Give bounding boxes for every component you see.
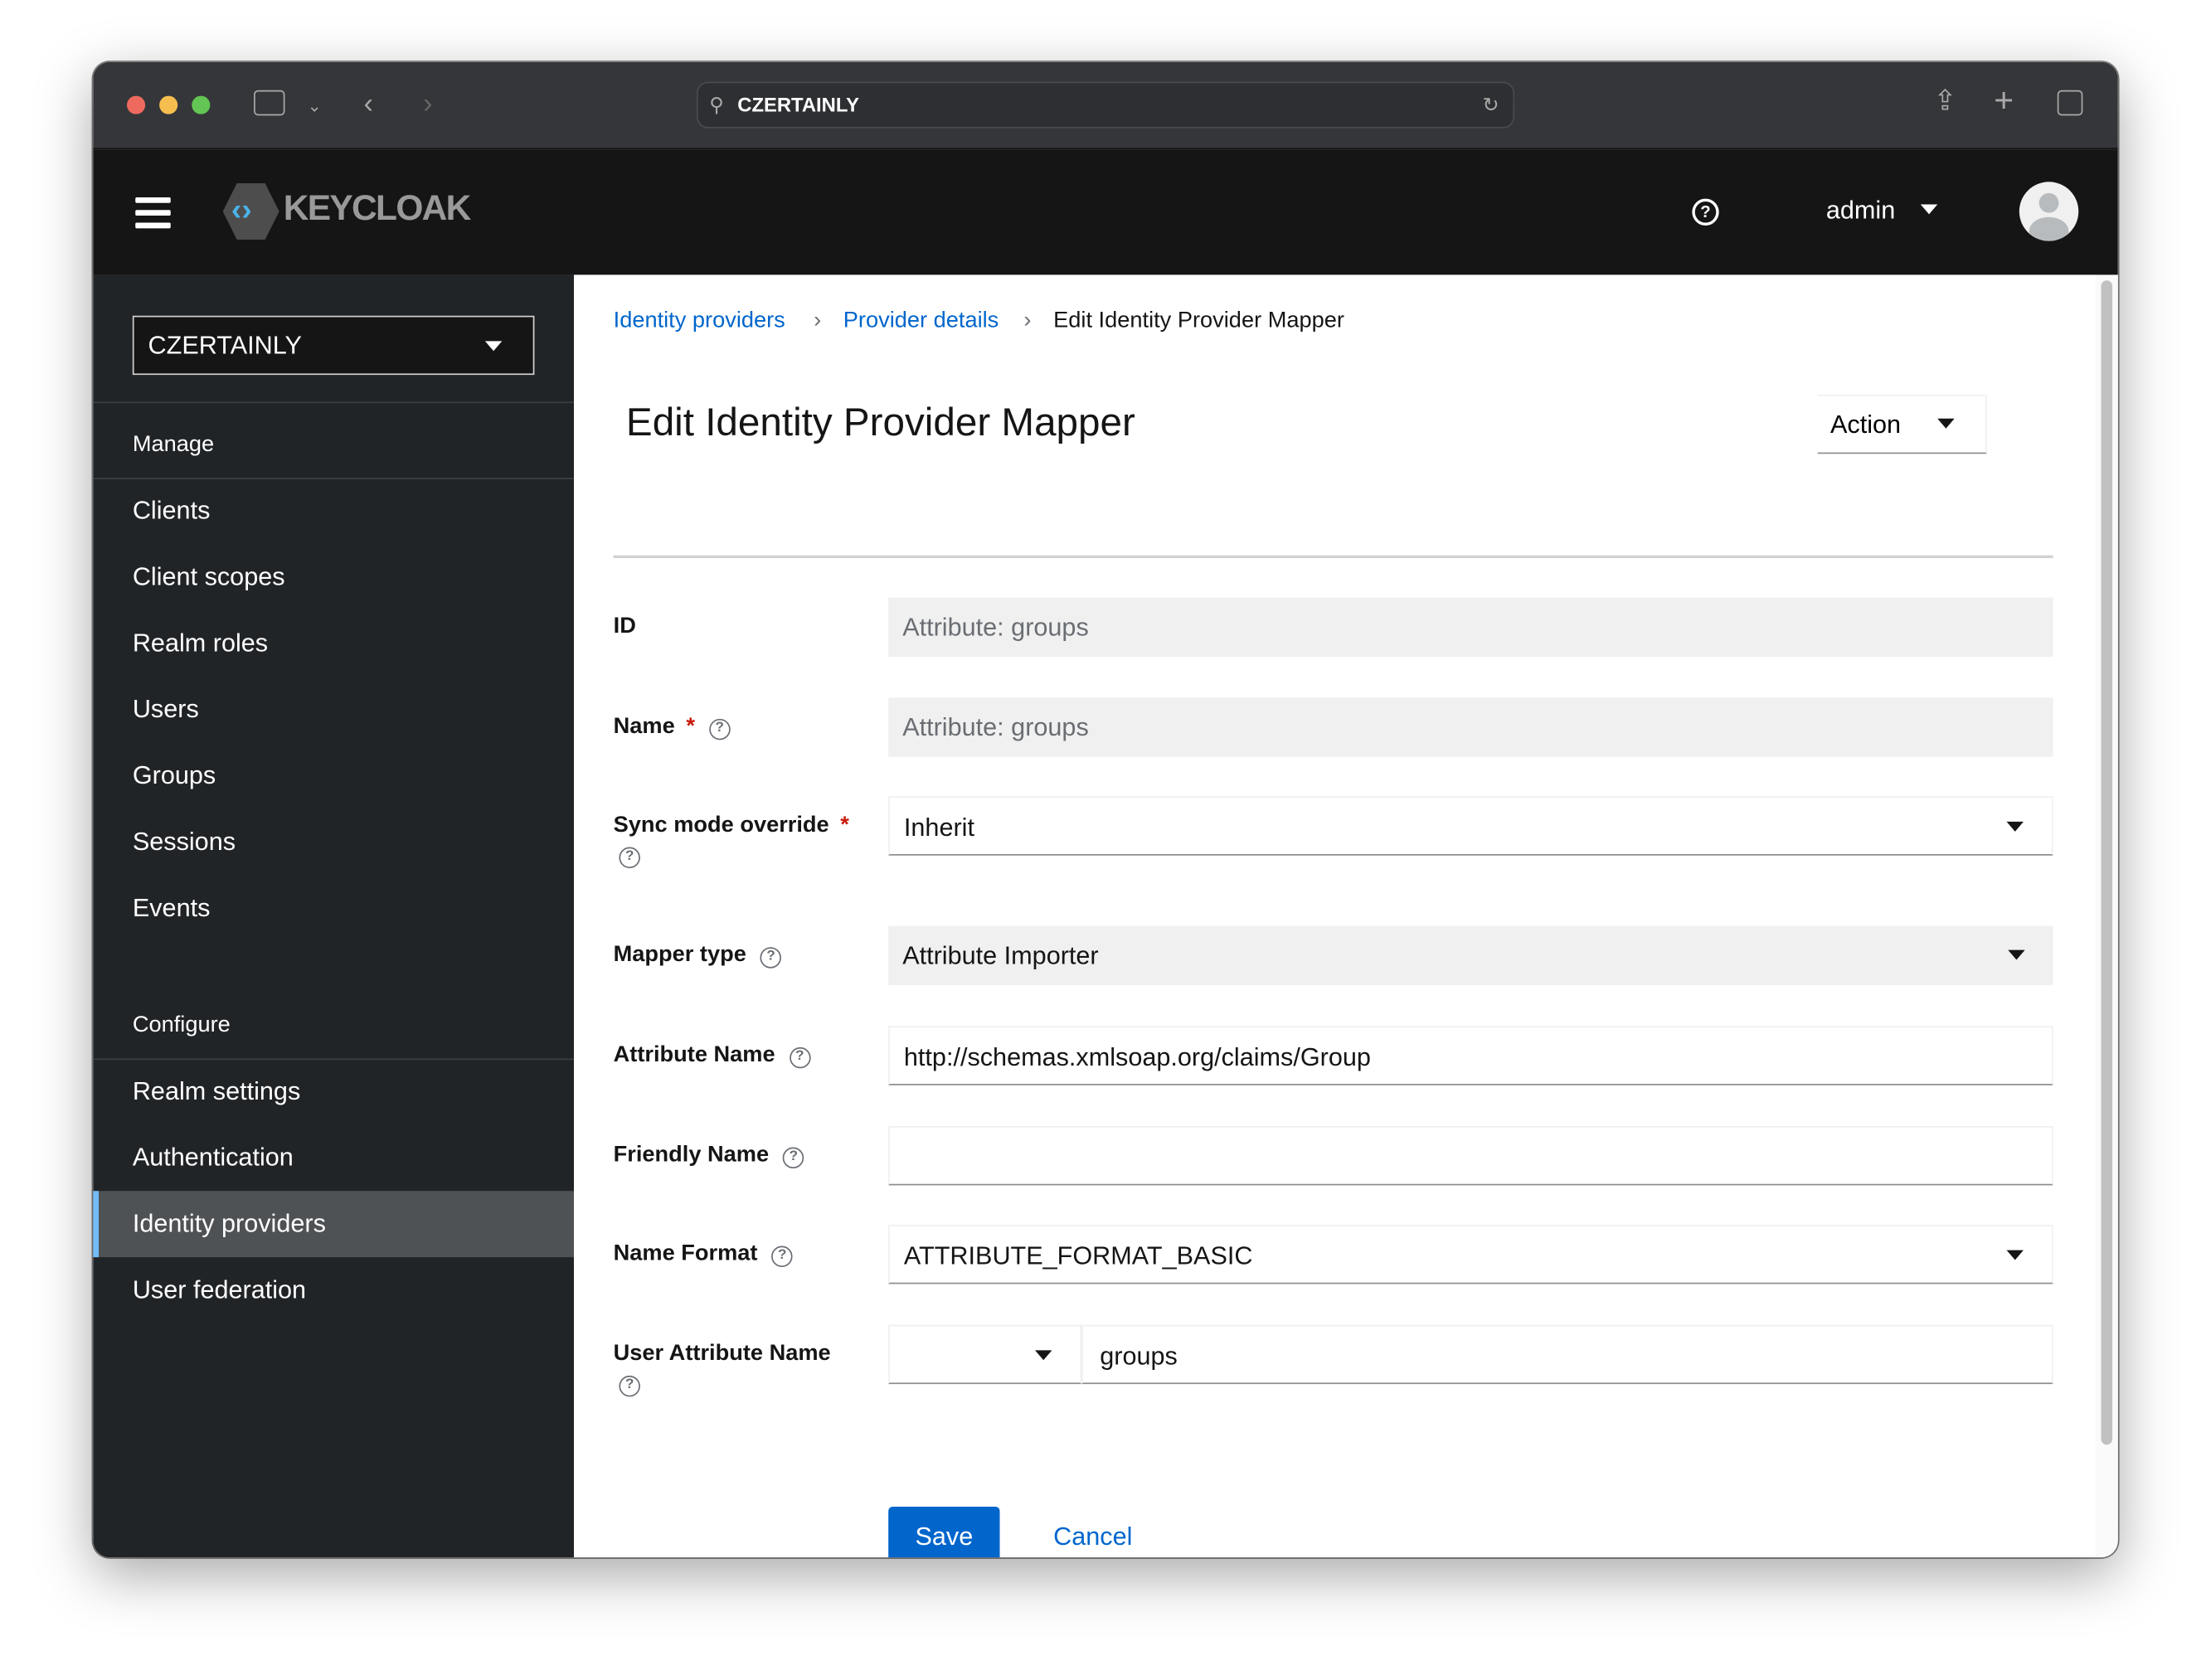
page-title: Edit Identity Provider Mapper xyxy=(625,400,1135,444)
caret-down-icon xyxy=(2008,949,2025,960)
required-marker: * xyxy=(840,813,849,838)
sync-mode-select[interactable]: Inherit xyxy=(888,796,2053,856)
sidebar-item-users[interactable]: Users xyxy=(93,677,574,743)
realm-name: CZERTAINLY xyxy=(148,331,302,360)
sidebar-item-groups[interactable]: Groups xyxy=(93,743,574,809)
breadcrumb-provider-details[interactable]: Provider details xyxy=(843,308,999,334)
caret-down-icon xyxy=(1937,418,1955,429)
sidebar-item-authentication[interactable]: Authentication xyxy=(93,1124,574,1191)
help-icon[interactable]: ? xyxy=(619,1375,640,1397)
scrollbar-thumb[interactable] xyxy=(2101,280,2113,1445)
maximize-window-button[interactable] xyxy=(192,95,211,114)
sidebar-item-clients[interactable]: Clients xyxy=(93,478,574,544)
browser-titlebar: ⌄ ‹ › ⚲ CZERTAINLY ↻ ⇪ + xyxy=(93,61,2118,150)
sidebar-item-realm-roles[interactable]: Realm roles xyxy=(93,610,574,677)
divider xyxy=(613,555,2053,559)
logo-text: KEYCLOAK xyxy=(283,188,472,229)
user-attribute-input[interactable]: groups xyxy=(1081,1324,2053,1385)
id-label: ID xyxy=(613,614,636,638)
caret-down-icon xyxy=(2006,821,2024,832)
caret-down-icon xyxy=(1035,1350,1052,1361)
action-dropdown[interactable]: Action xyxy=(1817,394,1987,454)
user-attribute-select[interactable] xyxy=(888,1324,1082,1385)
address-bar[interactable]: ⚲ CZERTAINLY ↻ xyxy=(696,81,1515,129)
help-icon[interactable]: ? xyxy=(771,1245,793,1268)
sidebar-item-user-federation[interactable]: User federation xyxy=(93,1257,574,1323)
user-attribute-label: User Attribute Name xyxy=(613,1342,831,1367)
user-menu[interactable]: admin xyxy=(1825,196,1938,226)
friendly-name-input[interactable] xyxy=(888,1126,2053,1186)
share-icon[interactable]: ⇪ xyxy=(1933,87,1957,115)
scrollbar[interactable] xyxy=(2095,274,2118,1558)
help-icon[interactable]: ? xyxy=(760,947,782,969)
help-icon[interactable]: ? xyxy=(783,1147,804,1169)
back-icon[interactable]: ‹ xyxy=(364,90,373,119)
url-text: CZERTAINLY xyxy=(737,93,860,116)
id-field[interactable]: Attribute: groups xyxy=(888,597,2053,658)
sync-mode-value: Inherit xyxy=(903,813,974,842)
breadcrumb-current: Edit Identity Provider Mapper xyxy=(1053,308,1344,333)
help-icon[interactable]: ? xyxy=(1692,198,1719,226)
avatar[interactable] xyxy=(2019,182,2079,241)
sidebar-item-client-scopes[interactable]: Client scopes xyxy=(93,544,574,610)
name-format-value: ATTRIBUTE_FORMAT_BASIC xyxy=(903,1241,1253,1270)
name-label: Name xyxy=(613,714,675,739)
mapper-type-value: Attribute Importer xyxy=(902,941,1099,970)
browser-window: ⌄ ‹ › ⚲ CZERTAINLY ↻ ⇪ + ‹› KEYCLOAK ? adm… xyxy=(93,61,2118,1558)
caret-down-icon xyxy=(1920,204,1938,215)
tabs-overview-icon[interactable] xyxy=(2057,90,2083,116)
search-icon: ⚲ xyxy=(709,93,724,116)
action-label: Action xyxy=(1830,410,1902,439)
forward-icon[interactable]: › xyxy=(423,90,432,119)
divider xyxy=(93,401,575,404)
new-tab-icon[interactable]: + xyxy=(1994,84,2014,118)
required-marker: * xyxy=(686,714,695,739)
cancel-button[interactable]: Cancel xyxy=(1053,1507,1132,1557)
section-configure: Configure xyxy=(132,1013,231,1037)
keycloak-logo-icon: ‹› xyxy=(222,182,279,240)
sidebar-item-events[interactable]: Events xyxy=(93,876,574,942)
chevron-down-icon[interactable]: ⌄ xyxy=(308,91,322,119)
name-format-label: Name Format xyxy=(613,1241,758,1266)
minimize-window-button[interactable] xyxy=(159,95,178,114)
close-window-button[interactable] xyxy=(127,95,146,114)
main-content: Identity providers › Provider details › … xyxy=(574,274,2096,1558)
realm-selector[interactable]: CZERTAINLY xyxy=(132,315,535,376)
sidebar-toggle-icon[interactable] xyxy=(254,90,285,116)
attribute-name-label: Attribute Name xyxy=(613,1042,775,1067)
save-button[interactable]: Save xyxy=(888,1506,1000,1558)
help-icon[interactable]: ? xyxy=(619,847,640,869)
app-header: ‹› KEYCLOAK ? admin xyxy=(93,149,2118,275)
chevron-right-icon: › xyxy=(1023,308,1032,333)
name-format-select[interactable]: ATTRIBUTE_FORMAT_BASIC xyxy=(888,1225,2053,1284)
caret-down-icon xyxy=(2006,1250,2024,1260)
breadcrumb-identity-providers[interactable]: Identity providers xyxy=(614,308,785,334)
sidebar: CZERTAINLY Manage Clients Client scopes … xyxy=(93,274,575,1558)
friendly-name-label: Friendly Name xyxy=(613,1143,770,1168)
attribute-name-input[interactable]: http://schemas.xmlsoap.org/claims/Group xyxy=(888,1026,2053,1085)
mapper-type-select[interactable]: Attribute Importer xyxy=(888,925,2053,986)
sync-mode-label: Sync mode override xyxy=(613,813,829,838)
mapper-type-label: Mapper type xyxy=(613,943,746,967)
chevron-right-icon: › xyxy=(814,308,822,333)
username: admin xyxy=(1825,196,1896,225)
hamburger-menu-icon[interactable] xyxy=(135,197,171,229)
help-icon[interactable]: ? xyxy=(789,1046,811,1069)
reload-icon[interactable]: ↻ xyxy=(1482,83,1499,127)
caret-down-icon xyxy=(484,341,503,352)
section-manage: Manage xyxy=(132,432,215,457)
sidebar-item-realm-settings[interactable]: Realm settings xyxy=(93,1058,574,1124)
name-field[interactable]: Attribute: groups xyxy=(888,697,2053,757)
sidebar-item-sessions[interactable]: Sessions xyxy=(93,809,574,876)
sidebar-item-identity-providers[interactable]: Identity providers xyxy=(93,1191,575,1258)
help-icon[interactable]: ? xyxy=(708,718,731,740)
